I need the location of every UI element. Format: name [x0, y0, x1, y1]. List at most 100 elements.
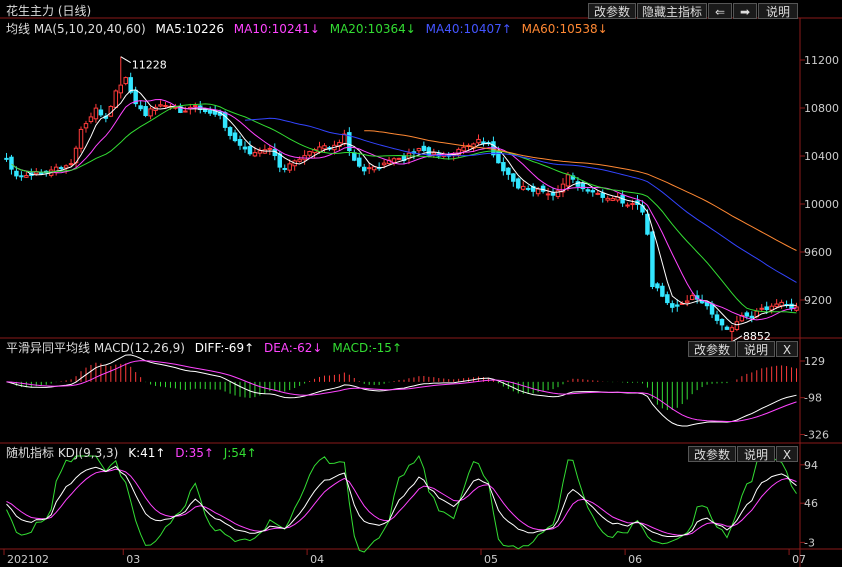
candle-body: [19, 175, 24, 178]
candle: [148, 106, 153, 120]
dea-value: DEA:-62↓: [263, 341, 323, 355]
candle: [4, 152, 9, 162]
candle-body: [391, 158, 397, 163]
dea-line: [6, 360, 797, 422]
candle: [68, 159, 74, 166]
candle-body: [605, 197, 610, 201]
candle: [183, 106, 188, 113]
candle-body: [123, 77, 128, 85]
y-tick-label: 46: [804, 497, 818, 510]
j-value: J:54↑: [223, 446, 257, 460]
candle-body: [371, 166, 377, 171]
chart-title: 花生主力 (日线): [6, 4, 92, 18]
y-tick-label: -3: [804, 536, 815, 549]
candle: [232, 129, 238, 143]
candle: [118, 56, 124, 99]
candle-body: [575, 181, 581, 187]
candle: [103, 112, 109, 123]
macd-legend: 平滑异同平均线 MACD(12,26,9) DIFF:-69↑ DEA:-62↓…: [6, 341, 408, 355]
ma60-value: MA60:10538↓: [521, 22, 608, 36]
j-line: [6, 454, 797, 553]
kdj-pane: 94 46 -3: [6, 454, 818, 553]
candle-body: [660, 285, 665, 297]
x-tick-label: 06: [628, 553, 642, 566]
candle-body: [352, 152, 357, 161]
candle-body: [4, 157, 9, 160]
macd-explain-button[interactable]: 说明: [737, 341, 775, 357]
candle: [759, 304, 764, 312]
candle-body: [83, 123, 89, 129]
candle-body: [684, 300, 690, 303]
d-line: [6, 468, 797, 536]
candle-body: [590, 190, 596, 193]
candle: [525, 185, 531, 192]
candle: [123, 76, 128, 86]
kdj-explain-button[interactable]: 说明: [737, 446, 775, 462]
candle-body: [78, 128, 84, 149]
candle-body: [535, 188, 541, 195]
candle-body: [257, 150, 263, 154]
edit-params-button[interactable]: 改参数: [588, 3, 636, 19]
candle: [794, 302, 799, 312]
candle: [78, 126, 84, 153]
left-arrow-button[interactable]: ⇐: [708, 3, 732, 19]
candle-body: [143, 106, 148, 116]
candle: [366, 162, 372, 174]
hide-indicator-button[interactable]: 隐藏主指标: [637, 3, 707, 19]
y-tick-label: 9600: [804, 246, 832, 259]
diff-line: [6, 354, 797, 427]
candle-body: [237, 139, 243, 146]
candle-body: [650, 231, 655, 288]
explain-button[interactable]: 说明: [758, 3, 798, 19]
candle: [570, 172, 576, 184]
candle-body: [516, 178, 521, 189]
candle-body: [357, 157, 362, 167]
candle: [357, 152, 362, 168]
macd-edit-params-button[interactable]: 改参数: [688, 341, 736, 357]
candle: [481, 137, 486, 147]
candle-body: [158, 104, 163, 107]
ma-legend-label: 均线 MA(5,10,20,40,60): [6, 22, 146, 36]
candle: [729, 325, 735, 342]
candle: [138, 101, 143, 112]
kdj-close-button[interactable]: X: [776, 446, 798, 462]
right-arrow-button[interactable]: ➡: [733, 3, 757, 19]
candle-body: [287, 163, 292, 171]
candle: [665, 291, 670, 306]
k-value: K:41↑: [128, 446, 166, 460]
candle: [207, 106, 213, 116]
candle-body: [163, 104, 168, 107]
candle-body: [501, 162, 506, 172]
candle-body: [366, 167, 372, 170]
k-line: [6, 465, 797, 537]
candle-body: [565, 174, 571, 187]
candle: [352, 149, 357, 162]
candle-body: [207, 109, 213, 114]
candle: [292, 159, 297, 171]
candle-body: [9, 156, 14, 170]
candle-body: [247, 146, 253, 155]
candle: [227, 125, 233, 140]
candle-body: [14, 170, 19, 177]
y-tick-label: 10400: [804, 150, 839, 163]
candle-body: [431, 152, 437, 155]
candle-body: [421, 145, 427, 151]
candle: [19, 171, 24, 181]
candle-body: [759, 307, 764, 310]
candle: [421, 141, 427, 153]
candle-body: [719, 318, 725, 326]
ma40-line: [244, 117, 797, 283]
candle-body: [307, 151, 312, 156]
macd-close-button[interactable]: X: [776, 341, 798, 357]
candle-body: [242, 146, 248, 150]
candle: [391, 157, 397, 166]
ma10-value: MA10:10241↓: [233, 22, 320, 36]
candle: [625, 202, 630, 208]
candle-body: [779, 301, 784, 307]
d-value: D:35↑: [175, 446, 214, 460]
candle: [739, 312, 745, 323]
kdj-edit-params-button[interactable]: 改参数: [688, 446, 736, 462]
candle-body: [267, 147, 273, 150]
candle-body: [148, 108, 153, 117]
y-tick-label: 10800: [804, 102, 839, 115]
